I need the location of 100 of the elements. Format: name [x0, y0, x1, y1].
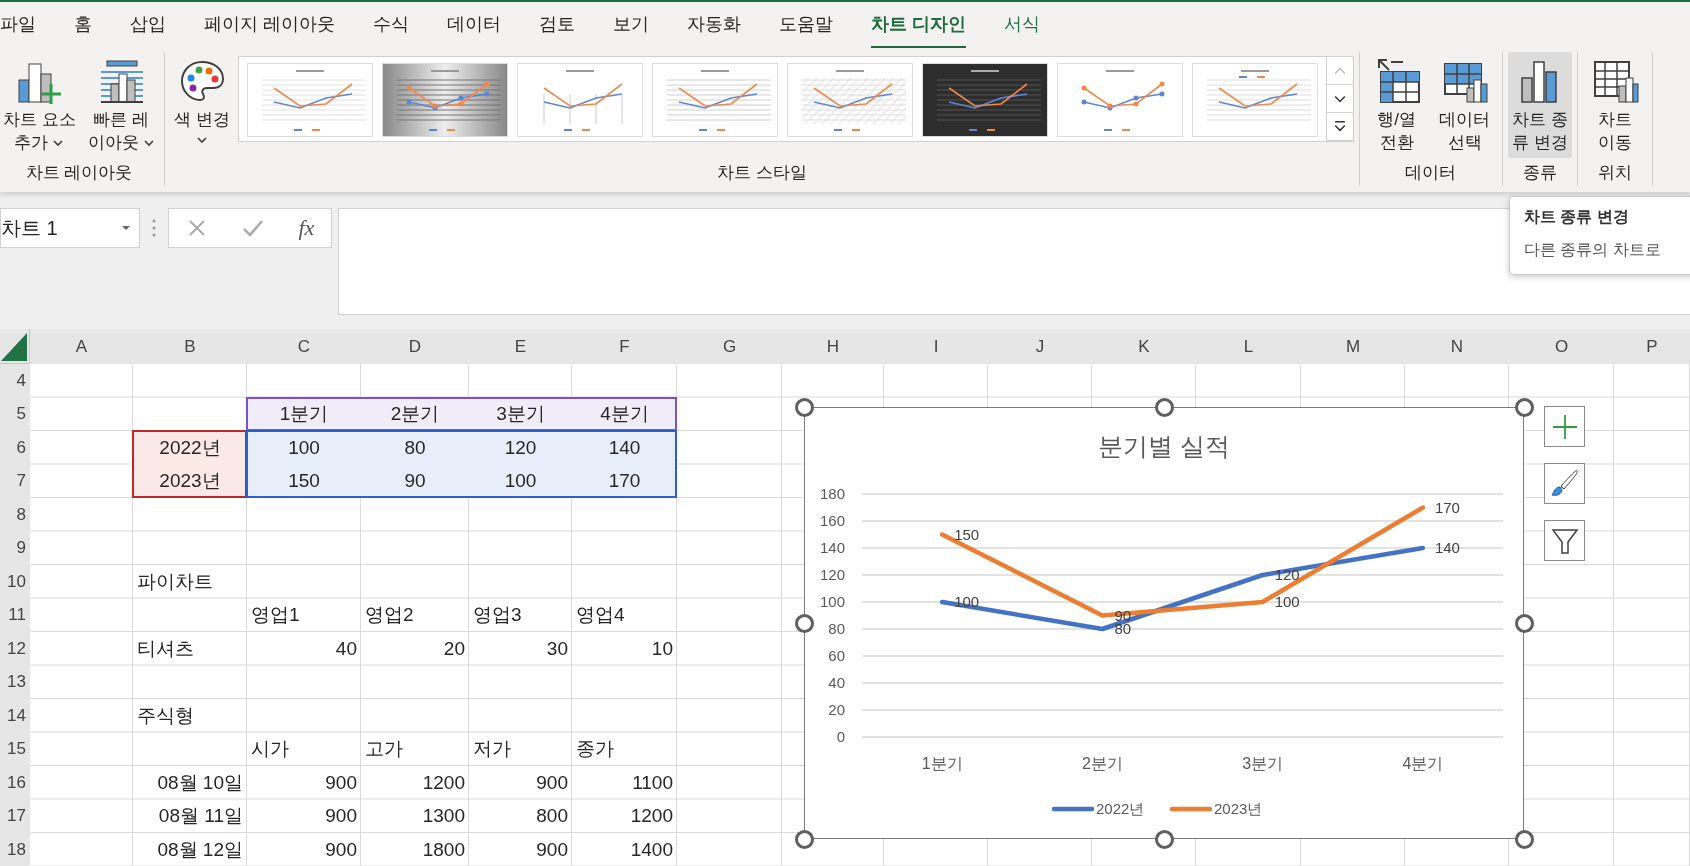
cell[interactable]: 140	[572, 431, 677, 465]
axis-label: 100	[819, 592, 845, 610]
caret-icon	[195, 135, 208, 145]
cell[interactable]: 2022년	[133, 431, 247, 465]
ribbon-tab[interactable]: 데이터	[428, 2, 520, 48]
ribbon-tab[interactable]: 페이지 레이아웃	[185, 2, 354, 48]
ribbon-tab[interactable]: 자동화	[668, 2, 760, 48]
row-header[interactable]: 11	[0, 598, 30, 632]
cell[interactable]: 고가	[361, 732, 469, 766]
insert-function-button[interactable]: fx	[298, 215, 315, 241]
row-header[interactable]: 18	[0, 833, 30, 866]
column-header[interactable]: E	[469, 329, 572, 364]
cell[interactable]: 30	[469, 632, 572, 666]
cell[interactable]: 80	[361, 431, 469, 465]
cell[interactable]: 1300	[361, 799, 469, 833]
chart-side-button[interactable]	[1544, 520, 1585, 561]
cell[interactable]: 900	[469, 833, 572, 866]
column-header[interactable]: B	[133, 329, 247, 364]
row-header[interactable]: 14	[0, 699, 30, 733]
ribbon-tab[interactable]: 도움말	[760, 2, 852, 48]
column-header[interactable]: J	[988, 329, 1092, 364]
ribbon-tab[interactable]: 차트 디자인	[852, 2, 986, 48]
row-header[interactable]: 16	[0, 766, 30, 800]
ribbon-button[interactable]: 차트 종 류 변경	[1507, 52, 1572, 158]
cell[interactable]: 1400	[572, 833, 677, 866]
caret-icon	[142, 138, 155, 148]
chart-side-button[interactable]	[1544, 406, 1585, 447]
ribbon-button[interactable]: 빠른 레 이아웃	[83, 52, 159, 158]
cell[interactable]: 영업4	[572, 598, 677, 632]
chart-side-button[interactable]	[1544, 463, 1585, 504]
chart-style-option[interactable]	[921, 63, 1048, 137]
legend-label: 2023년	[1213, 799, 1262, 817]
ribbon-tab[interactable]: 보기	[594, 2, 668, 48]
cell[interactable]: 영업1	[247, 598, 361, 632]
column-header[interactable]: L	[1196, 329, 1301, 364]
group-label: 데이터	[1405, 162, 1457, 185]
cell[interactable]: 티셔츠	[133, 632, 247, 666]
row-header[interactable]: 17	[0, 799, 30, 833]
cell[interactable]: 08월 10일	[133, 766, 247, 800]
cell[interactable]: 영업3	[469, 598, 572, 632]
row-header[interactable]: 7	[0, 464, 30, 498]
ribbon-button[interactable]: 차트 이동	[1582, 52, 1647, 158]
ribbon-tab[interactable]: 수식	[354, 2, 428, 48]
cell[interactable]: 900	[469, 766, 572, 800]
cell[interactable]: 종가	[572, 732, 677, 766]
cell[interactable]: 20	[361, 632, 469, 666]
column-header[interactable]: G	[677, 329, 782, 364]
row-header[interactable]: 5	[0, 397, 30, 431]
cell[interactable]: 1100	[572, 766, 677, 800]
ribbon-tab[interactable]: 파일	[0, 2, 55, 48]
cell[interactable]: 저가	[469, 732, 572, 766]
cell[interactable]: 영업2	[361, 598, 469, 632]
name-box[interactable]: 차트 1	[0, 208, 140, 248]
row-header[interactable]: 4	[0, 364, 30, 398]
row-header[interactable]: 8	[0, 498, 30, 532]
ribbon-tab[interactable]: 서식	[985, 2, 1060, 48]
column-header[interactable]: K	[1092, 329, 1196, 364]
formula-input[interactable]	[338, 208, 1690, 315]
select-all-icon[interactable]	[1, 333, 27, 361]
ribbon-button[interactable]: 차트 요소 추가	[0, 52, 80, 158]
brush-icon	[1549, 468, 1580, 499]
cell[interactable]: 900	[247, 766, 361, 800]
ribbon-button[interactable]: 행/열 전환	[1364, 52, 1429, 158]
cell[interactable]: 08월 11일	[133, 799, 247, 833]
cell[interactable]: 900	[247, 833, 361, 866]
row-header[interactable]: 10	[0, 565, 30, 599]
row-header[interactable]: 12	[0, 632, 30, 666]
column-header[interactable]: A	[30, 329, 133, 364]
cell[interactable]: 시가	[247, 732, 361, 766]
column-header[interactable]: I	[884, 329, 988, 364]
column-header[interactable]: H	[782, 329, 884, 364]
axis-label: 80	[827, 619, 845, 637]
row-header[interactable]: 15	[0, 732, 30, 766]
cell[interactable]: 1200	[361, 766, 469, 800]
column-header[interactable]: N	[1405, 329, 1509, 364]
row-header[interactable]: 6	[0, 431, 30, 465]
column-header[interactable]: C	[247, 329, 361, 364]
cell[interactable]: 1200	[572, 799, 677, 833]
row-header[interactable]: 9	[0, 531, 30, 565]
column-header[interactable]: P	[1614, 329, 1690, 364]
cell[interactable]: 10	[572, 632, 677, 666]
cell[interactable]: 100	[247, 431, 361, 465]
ribbon-button[interactable]: 색 변경	[169, 52, 234, 149]
cell[interactable]: 파이차트	[133, 565, 247, 599]
cell[interactable]: 주식형	[133, 699, 247, 733]
ribbon-tab[interactable]: 삽입	[111, 2, 185, 48]
cell[interactable]: 40	[247, 632, 361, 666]
row-header[interactable]: 13	[0, 665, 30, 699]
ribbon-tab[interactable]: 검토	[520, 2, 594, 48]
cell[interactable]: 800	[469, 799, 572, 833]
cell[interactable]: 08월 12일	[133, 833, 247, 866]
column-header[interactable]: D	[361, 329, 469, 364]
column-header[interactable]: F	[572, 329, 677, 364]
ribbon-tab[interactable]: 홈	[55, 2, 111, 48]
ribbon-button[interactable]: 데이터 선택	[1432, 52, 1497, 158]
column-header[interactable]: O	[1509, 329, 1614, 364]
cell[interactable]: 1800	[361, 833, 469, 866]
column-header[interactable]: M	[1301, 329, 1405, 364]
cell[interactable]: 900	[247, 799, 361, 833]
cell[interactable]: 120	[469, 431, 572, 465]
